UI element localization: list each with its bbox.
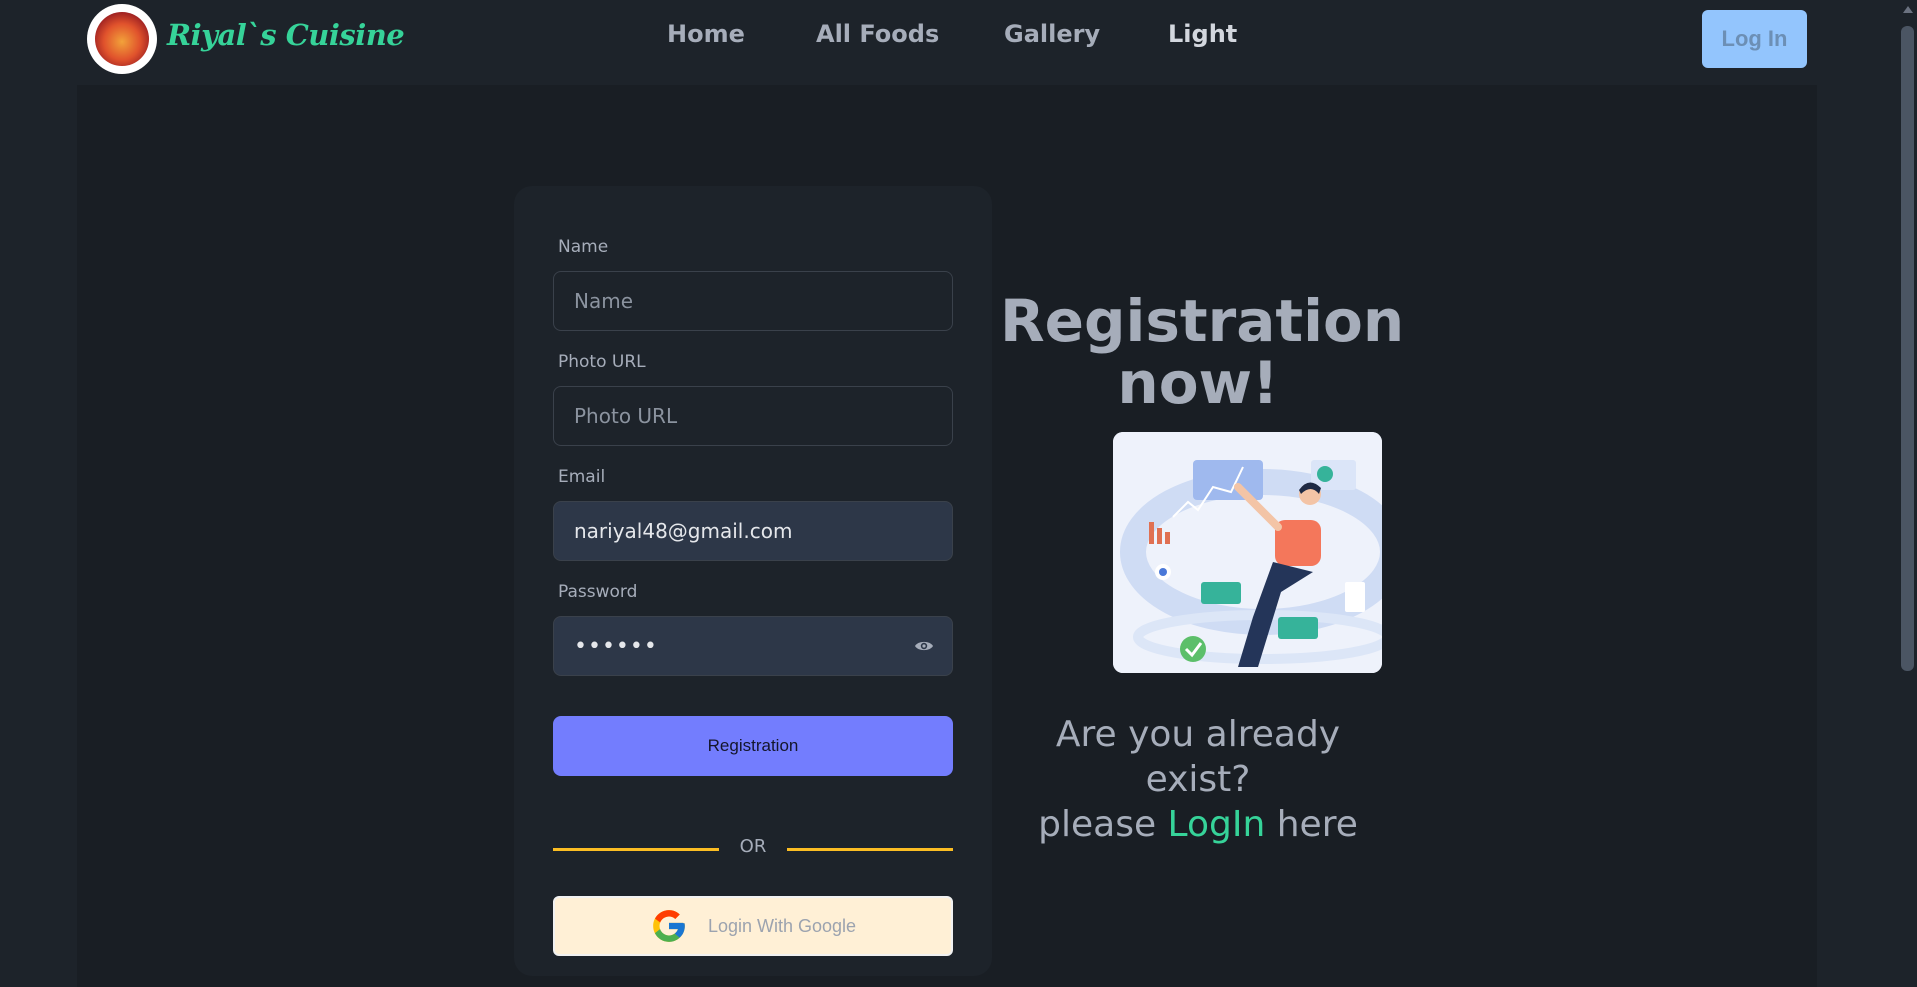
- login-link[interactable]: LogIn: [1168, 804, 1266, 845]
- photo-url-placeholder: Photo URL: [574, 404, 678, 428]
- name-input[interactable]: Name: [553, 271, 953, 331]
- or-text: OR: [739, 836, 767, 857]
- prompt-line-1: Are you already: [1055, 714, 1341, 755]
- or-divider: OR: [553, 834, 953, 864]
- person-dashboard-illustration: [1113, 432, 1382, 673]
- title-line-1: Registration: [1000, 287, 1405, 355]
- name-placeholder: Name: [574, 289, 634, 313]
- divider-line-right: [787, 848, 953, 851]
- nav-gallery[interactable]: Gallery: [1004, 20, 1100, 48]
- registration-button[interactable]: Registration: [553, 716, 953, 776]
- email-value: nariyal48@gmail.com: [574, 519, 793, 543]
- password-value: ••••••: [574, 633, 658, 659]
- registration-form-card: Name Name Photo URL Photo URL Email nari…: [514, 186, 992, 976]
- prompt-here: here: [1276, 804, 1358, 845]
- registration-illustration: [1113, 432, 1382, 673]
- google-icon: [653, 910, 685, 942]
- prompt-line-2: exist?: [1145, 759, 1251, 800]
- prompt-please: please: [1038, 804, 1157, 845]
- photo-url-label: Photo URL: [558, 352, 646, 372]
- nav-links: Home All Foods Gallery Light: [0, 20, 1900, 60]
- login-button[interactable]: Log In: [1702, 10, 1807, 68]
- google-login-label: Login With Google: [707, 915, 857, 936]
- already-registered-prompt: Are you already exist? please LogIn here: [1010, 712, 1386, 847]
- prompt-line-3: please LogIn here: [1010, 802, 1386, 847]
- email-label: Email: [558, 467, 606, 487]
- scroll-up-arrow-icon[interactable]: [1903, 6, 1913, 13]
- name-label: Name: [558, 237, 609, 257]
- nav-all-foods[interactable]: All Foods: [816, 20, 939, 48]
- eye-icon[interactable]: [914, 639, 934, 653]
- photo-url-input[interactable]: Photo URL: [553, 386, 953, 446]
- nav-home[interactable]: Home: [667, 20, 745, 48]
- title-line-2: now!: [1117, 349, 1279, 417]
- password-label: Password: [558, 582, 638, 602]
- password-input[interactable]: ••••••: [553, 616, 953, 676]
- google-login-button[interactable]: Login With Google: [553, 896, 953, 956]
- scroll-thumb[interactable]: [1901, 26, 1914, 671]
- theme-toggle-light[interactable]: Light: [1168, 20, 1237, 48]
- email-input[interactable]: nariyal48@gmail.com: [553, 501, 953, 561]
- registration-title: Registration now!: [1000, 287, 1405, 417]
- scrollbar[interactable]: [1900, 0, 1917, 987]
- navbar: Riyal`s Cuisine Home All Foods Gallery L…: [0, 0, 1900, 77]
